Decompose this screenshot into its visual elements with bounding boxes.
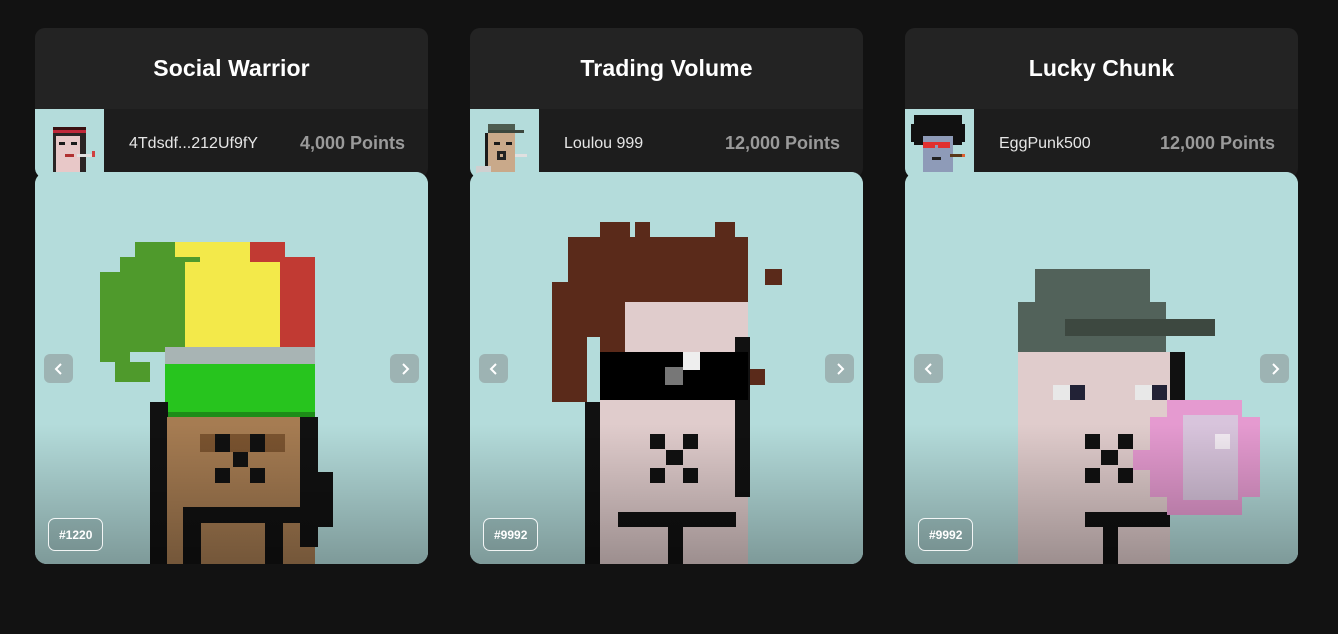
carousel-prev-button[interactable] bbox=[44, 354, 73, 383]
winner-avatar[interactable] bbox=[35, 109, 104, 178]
token-id-badge: #1220 bbox=[48, 518, 104, 551]
carousel-prev-button[interactable] bbox=[479, 354, 508, 383]
chevron-right-icon bbox=[836, 362, 844, 375]
leaderboard-column-lucky-chunk: Lucky Chunk EggPunk500 12,000 Points bbox=[905, 28, 1298, 178]
carousel-next-button[interactable] bbox=[390, 354, 419, 383]
nft-preview-card[interactable]: #1220 bbox=[35, 172, 428, 564]
winner-wallet-name[interactable]: EggPunk500 bbox=[999, 135, 1091, 153]
carousel-next-button[interactable] bbox=[1260, 354, 1289, 383]
category-card: Social Warrior 4Tdsdf...212Uf9fY 4,000 P… bbox=[35, 28, 428, 178]
chevron-left-icon bbox=[54, 362, 62, 375]
winner-points: 4,000 Points bbox=[299, 133, 405, 153]
winner-row[interactable]: Loulou 999 12,000 Points bbox=[470, 109, 863, 178]
winner-avatar[interactable] bbox=[470, 109, 539, 178]
nft-preview-card[interactable]: #9992 bbox=[905, 172, 1298, 564]
winner-points: 12,000 Points bbox=[1159, 133, 1275, 153]
leaderboard-column-trading-volume: Trading Volume Loulou 999 12,000 Points bbox=[470, 28, 863, 178]
category-card: Lucky Chunk EggPunk500 12,000 Points bbox=[905, 28, 1298, 178]
token-id-badge: #9992 bbox=[483, 518, 539, 551]
carousel-prev-button[interactable] bbox=[914, 354, 943, 383]
nft-preview-card[interactable]: #9992 bbox=[470, 172, 863, 564]
category-title: Trading Volume bbox=[470, 28, 863, 109]
nft-image-punk-rasta bbox=[35, 172, 428, 564]
chevron-right-icon bbox=[1271, 362, 1279, 375]
winner-points: 12,000 Points bbox=[724, 133, 840, 153]
leaderboard-column-social-warrior: Social Warrior 4Tdsdf...212Uf9fY 4,000 P… bbox=[35, 28, 428, 178]
token-id-badge: #9992 bbox=[918, 518, 974, 551]
nft-image-punk-shades bbox=[470, 172, 863, 564]
category-card: Trading Volume Loulou 999 12,000 Points bbox=[470, 28, 863, 178]
carousel-next-button[interactable] bbox=[825, 354, 854, 383]
nft-image-punk-cap-bubblegum bbox=[905, 172, 1298, 564]
chevron-left-icon bbox=[924, 362, 932, 375]
winner-row[interactable]: 4Tdsdf...212Uf9fY 4,000 Points bbox=[35, 109, 428, 178]
winner-wallet-name[interactable]: Loulou 999 bbox=[564, 135, 643, 153]
category-title: Lucky Chunk bbox=[905, 28, 1298, 109]
category-title: Social Warrior bbox=[35, 28, 428, 109]
winner-wallet-name[interactable]: 4Tdsdf...212Uf9fY bbox=[129, 135, 258, 153]
chevron-left-icon bbox=[489, 362, 497, 375]
chevron-right-icon bbox=[401, 362, 409, 375]
winner-row[interactable]: EggPunk500 12,000 Points bbox=[905, 109, 1298, 178]
winner-avatar[interactable] bbox=[905, 109, 974, 178]
